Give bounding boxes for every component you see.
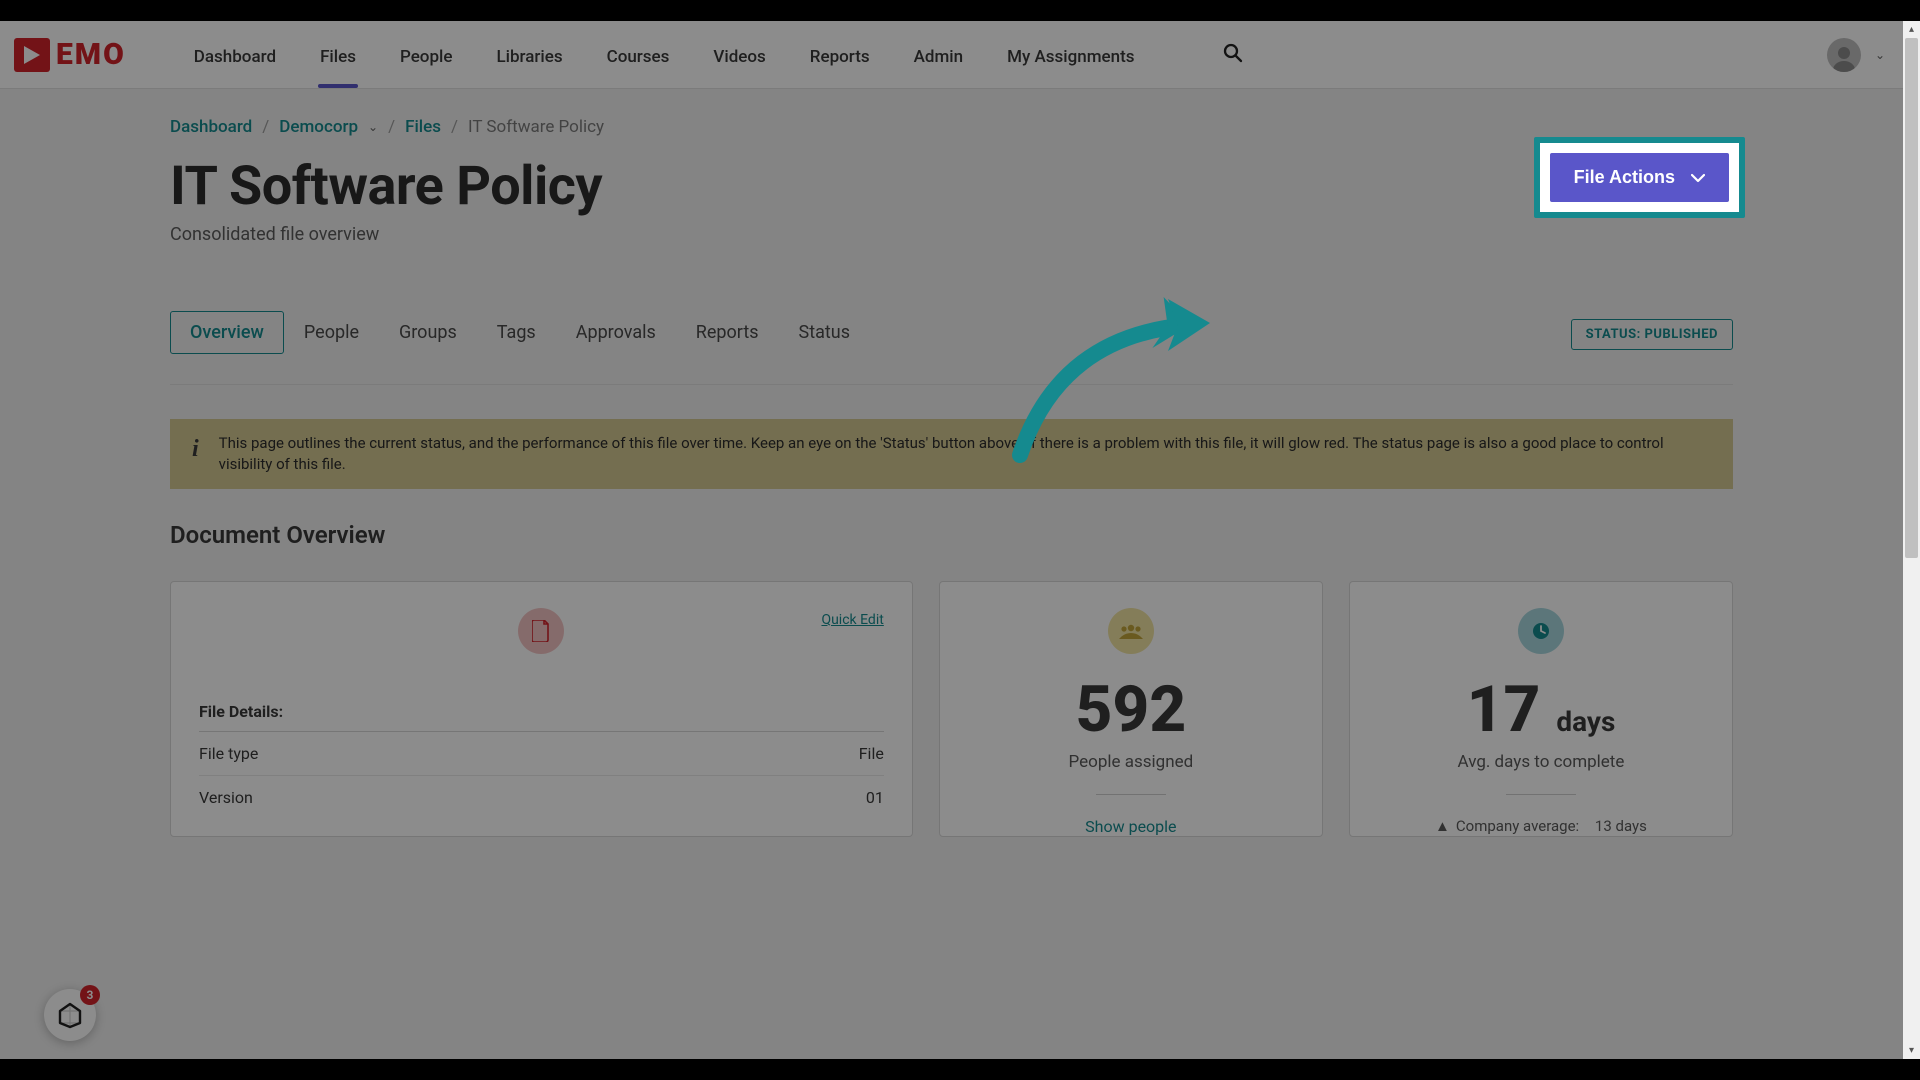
tab-people[interactable]: People (284, 311, 379, 354)
annotation-arrow-icon (1000, 295, 1220, 465)
divider (1506, 794, 1576, 795)
detail-label: Version (199, 788, 253, 807)
avg-days-number: 17 days (1378, 678, 1704, 742)
play-icon (14, 38, 50, 72)
chevron-down-icon (1691, 173, 1705, 183)
triangle-up-icon: ▲ (1435, 817, 1450, 835)
nav-courses[interactable]: Courses (607, 21, 670, 88)
chat-widget-icon (56, 1001, 84, 1029)
company-average-footer: ▲ Company average: 13 days (1378, 817, 1704, 835)
people-count: 592 (968, 678, 1294, 742)
file-actions-button[interactable]: File Actions (1550, 153, 1729, 202)
people-count-label: People assigned (968, 752, 1294, 772)
tab-tags[interactable]: Tags (477, 311, 556, 354)
scroll-up-icon[interactable]: ▴ (1903, 21, 1920, 38)
nav-my-assignments[interactable]: My Assignments (1007, 21, 1134, 88)
chevron-down-icon: ⌄ (1875, 48, 1885, 62)
quick-edit-link[interactable]: Quick Edit (821, 612, 883, 628)
nav-libraries[interactable]: Libraries (496, 21, 562, 88)
people-assigned-card: 592 People assigned Show people (939, 581, 1323, 837)
clock-icon (1518, 608, 1564, 654)
show-people-link[interactable]: Show people (968, 817, 1294, 836)
breadcrumb-democorp[interactable]: Democorp (279, 117, 358, 137)
info-icon: i (192, 437, 199, 461)
chat-badge: 3 (80, 985, 100, 1005)
status-badge[interactable]: STATUS: PUBLISHED (1571, 319, 1733, 350)
info-banner: i This page outlines the current status,… (170, 419, 1733, 489)
scroll-down-icon[interactable]: ▾ (1903, 1042, 1920, 1059)
tab-status[interactable]: Status (779, 311, 870, 354)
logo-text: EMO (56, 37, 126, 72)
chevron-down-icon[interactable]: ⌄ (368, 120, 378, 134)
tab-groups[interactable]: Groups (379, 311, 477, 354)
detail-row: File type File (199, 732, 884, 776)
nav-admin[interactable]: Admin (914, 21, 963, 88)
tab-reports[interactable]: Reports (676, 311, 779, 354)
nav-dashboard[interactable]: Dashboard (194, 21, 276, 88)
detail-value: 01 (866, 788, 884, 807)
top-navigation-bar: EMO Dashboard Files People Libraries Cou… (0, 21, 1903, 89)
avg-days-card: 17 days Avg. days to complete ▲ Company … (1349, 581, 1733, 837)
page-title: IT Software Policy (170, 155, 602, 218)
brand-logo[interactable]: EMO (14, 38, 126, 72)
file-details-heading: File Details: (199, 702, 884, 721)
nav-videos[interactable]: Videos (713, 21, 765, 88)
breadcrumb-separator: / (388, 117, 395, 137)
info-banner-text: This page outlines the current status, a… (219, 433, 1711, 475)
divider (170, 384, 1733, 385)
nav-files[interactable]: Files (320, 21, 356, 88)
avatar-icon (1827, 38, 1861, 72)
detail-row: Version 01 (199, 776, 884, 819)
breadcrumb-separator: / (451, 117, 458, 137)
file-actions-label: File Actions (1574, 167, 1675, 188)
tab-approvals[interactable]: Approvals (556, 311, 676, 354)
breadcrumb-dashboard[interactable]: Dashboard (170, 117, 252, 137)
breadcrumb-separator: / (262, 117, 269, 137)
breadcrumb-files[interactable]: Files (405, 117, 441, 137)
scrollbar-thumb[interactable] (1905, 38, 1918, 558)
divider (1096, 794, 1166, 795)
vertical-scrollbar[interactable]: ▴ ▾ (1903, 21, 1920, 1059)
page-tabs: Overview People Groups Tags Approvals Re… (170, 311, 870, 354)
nav-reports[interactable]: Reports (810, 21, 870, 88)
page-subtitle: Consolidated file overview (170, 224, 602, 245)
detail-label: File type (199, 744, 258, 763)
main-nav: Dashboard Files People Libraries Courses… (194, 21, 1243, 88)
breadcrumb: Dashboard / Democorp ⌄ / Files / IT Soft… (170, 117, 1733, 137)
tab-overview[interactable]: Overview (170, 311, 284, 354)
file-actions-highlight: File Actions (1534, 137, 1745, 218)
people-icon (1108, 608, 1154, 654)
document-icon (518, 608, 564, 654)
user-menu[interactable]: ⌄ (1827, 38, 1885, 72)
nav-people[interactable]: People (400, 21, 453, 88)
chat-widget[interactable]: 3 (44, 989, 96, 1041)
section-title: Document Overview (170, 521, 1733, 549)
avg-days-label: Avg. days to complete (1378, 752, 1704, 772)
document-details-card: Quick Edit File Details: File type File … (170, 581, 913, 837)
detail-value: File (859, 744, 884, 763)
breadcrumb-current: IT Software Policy (468, 117, 604, 137)
search-icon[interactable] (1223, 43, 1243, 67)
